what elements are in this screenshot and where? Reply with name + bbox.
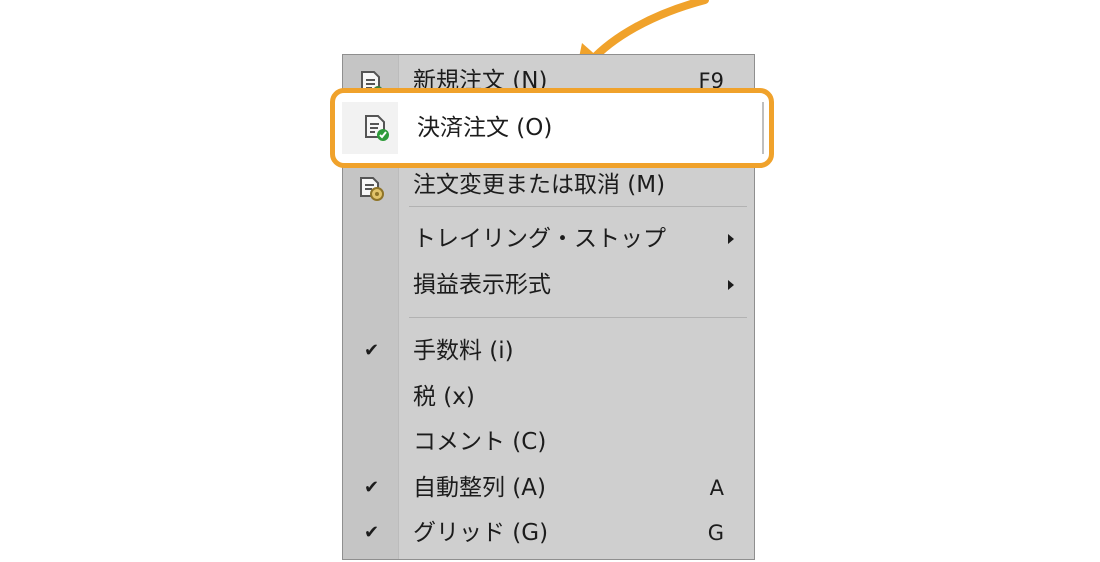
check-icon: ✔: [364, 477, 380, 498]
menu-item-label: トレイリング・ストップ: [413, 226, 666, 252]
menu-item-label: 税 (x): [413, 384, 475, 410]
menu-item-label: グリッド (G): [413, 520, 549, 546]
menu-separator: [409, 206, 747, 207]
menu-item-trailing-stop[interactable]: トレイリング・ストップ: [343, 217, 754, 261]
menu-item-label: コメント (C): [413, 429, 547, 455]
submenu-arrow-icon: [728, 234, 734, 244]
menu-item-tax[interactable]: 税 (x): [343, 375, 754, 419]
submenu-arrow-icon: [728, 280, 734, 290]
menu-item-label: 損益表示形式: [413, 272, 551, 298]
menu-item-auto-arrange[interactable]: ✔ 自動整列 (A) A: [343, 466, 754, 510]
menu-item-label: 手数料 (i): [413, 338, 514, 364]
menu-shortcut: A: [709, 476, 724, 500]
menu-item-grid[interactable]: ✔ グリッド (G) G: [343, 511, 754, 555]
menu-item-label: 決済注文 (O): [417, 115, 553, 141]
menu-item-profit-display-format[interactable]: 損益表示形式: [343, 263, 754, 307]
close-order-icon: [365, 115, 389, 141]
menu-shortcut: G: [707, 521, 724, 545]
menu-item-close-order[interactable]: 決済注文 (O): [342, 102, 764, 154]
check-icon: ✔: [364, 340, 380, 361]
screenshot-stage: 新規注文 (N) F9 注文変更または取消 (M) トレイリング・ストップ 損益…: [0, 0, 1100, 562]
menu-item-modify-or-cancel-order[interactable]: 注文変更または取消 (M): [343, 163, 754, 207]
modify-order-icon: [360, 177, 384, 201]
menu-item-label: 自動整列 (A): [413, 475, 546, 501]
menu-item-commission[interactable]: ✔ 手数料 (i): [343, 329, 754, 373]
menu-item-comment[interactable]: コメント (C): [343, 420, 754, 464]
menu-separator: [409, 317, 747, 318]
check-icon: ✔: [364, 522, 380, 543]
menu-item-label: 注文変更または取消 (M): [413, 172, 666, 198]
highlight-frame: 決済注文 (O): [330, 88, 774, 168]
